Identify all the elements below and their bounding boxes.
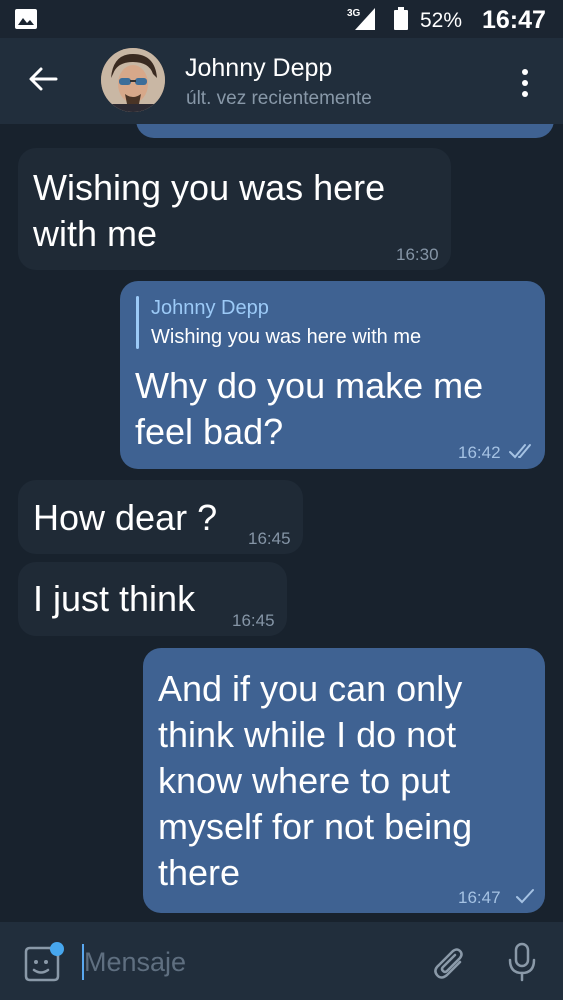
attach-paperclip-icon[interactable] <box>432 946 468 982</box>
double-check-read-icon <box>509 444 531 459</box>
message-bubble-outgoing[interactable]: Johnny Depp Wishing you was here with me… <box>120 281 545 469</box>
message-text: How dear ? <box>33 497 218 538</box>
message-bubble-incoming[interactable]: I just think 16:45 <box>18 562 287 636</box>
reply-sender-name: Johnny Depp <box>151 297 269 319</box>
message-text: And if you can only think while I do not… <box>158 668 473 893</box>
svg-text:3G: 3G <box>347 8 361 19</box>
battery-icon <box>394 7 408 30</box>
message-text: Why do you make me feel bad? <box>135 365 484 452</box>
status-clock: 16:47 <box>482 6 546 34</box>
message-input[interactable]: Mensaje <box>84 942 404 982</box>
message-time: 16:45 <box>232 611 275 630</box>
more-options-icon[interactable] <box>515 66 535 100</box>
contact-name[interactable]: Johnny Depp <box>185 54 332 83</box>
contact-avatar[interactable] <box>101 48 165 112</box>
message-text: Wishing you was here with me <box>33 167 386 254</box>
reply-quoted-text: Wishing you was here with me <box>151 326 422 348</box>
message-time: 16:42 <box>458 443 501 462</box>
status-bar: 3G 52% 16:47 <box>0 0 563 38</box>
new-sticker-indicator-dot <box>50 942 64 956</box>
message-time: 16:45 <box>248 529 291 548</box>
signal-3g-icon: 3G <box>347 8 375 30</box>
single-check-sent-icon <box>516 889 534 904</box>
message-input-bar: Mensaje <box>0 922 563 1000</box>
message-text: I just think <box>33 578 196 619</box>
message-bubble-incoming[interactable]: Wishing you was here with me 16:30 <box>18 148 451 270</box>
reply-quote-bar <box>136 296 139 349</box>
gallery-notification-icon <box>15 9 37 29</box>
back-arrow-icon[interactable] <box>26 62 60 96</box>
avatar-portrait <box>101 48 165 112</box>
battery-percent: 52% <box>420 9 463 32</box>
message-time: 16:47 <box>458 888 501 907</box>
message-bubble-incoming[interactable]: How dear ? 16:45 <box>18 480 303 554</box>
last-seen-status: últ. vez recientemente <box>186 88 372 109</box>
message-bubble-outgoing[interactable]: And if you can only think while I do not… <box>143 648 545 913</box>
chat-header: Johnny Depp últ. vez recientemente <box>0 38 563 124</box>
message-time: 16:30 <box>396 245 439 264</box>
microphone-icon[interactable] <box>507 942 537 982</box>
